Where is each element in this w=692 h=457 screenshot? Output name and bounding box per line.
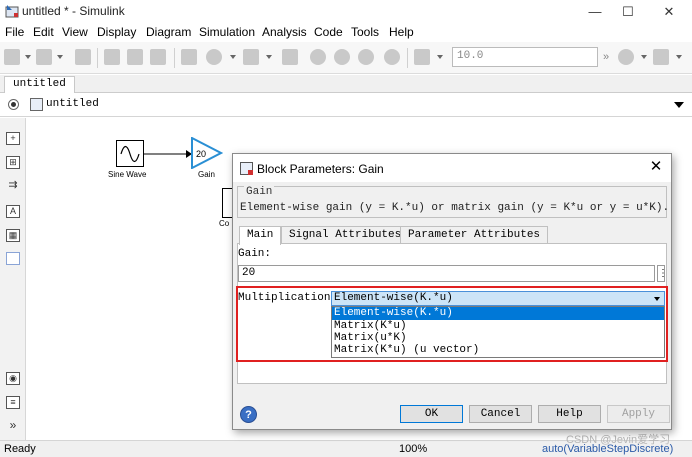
cancel-button[interactable]: Cancel	[469, 405, 532, 423]
signal-line[interactable]	[144, 148, 192, 160]
palette: + ⊞ ⇉ A ▦ ◉ ≡ »	[0, 118, 26, 440]
multiplication-label: Multiplication:	[238, 292, 338, 304]
menu-display[interactable]: Display	[97, 25, 136, 39]
check-icon[interactable]	[618, 49, 636, 67]
block-parameters-icon	[240, 162, 253, 175]
gain-block-value: 20	[196, 149, 207, 159]
save-icon[interactable]	[75, 49, 93, 67]
check-dropdown-icon[interactable]	[641, 55, 647, 59]
hide-browser-icon[interactable]	[8, 99, 19, 110]
maximize-button[interactable]: ☐	[613, 2, 643, 22]
group-title: Gain	[244, 186, 275, 198]
help-icon[interactable]: ?	[240, 406, 257, 423]
grid-icon[interactable]	[653, 49, 671, 67]
stop-time-input[interactable]: 10.0	[452, 47, 598, 67]
menu-help[interactable]: Help	[389, 25, 414, 39]
dialog-title-bar: Block Parameters: Gain ✕	[233, 154, 671, 182]
image-icon[interactable]: ▦	[6, 229, 20, 242]
camera-icon[interactable]: ◉	[6, 372, 20, 385]
menu-simulation[interactable]: Simulation	[199, 25, 255, 39]
tab-main[interactable]: Main	[239, 226, 282, 245]
model-tab-strip: untitled	[0, 75, 692, 93]
block-description: Element-wise gain (y = K.*u) or matrix g…	[240, 202, 670, 214]
model-tab-untitled[interactable]: untitled	[4, 76, 75, 93]
scope-icon[interactable]	[414, 49, 432, 67]
menu-tools[interactable]: Tools	[351, 25, 379, 39]
model-explorer-icon[interactable]	[243, 49, 261, 67]
block-parameters-dialog: Block Parameters: Gain ✕ Gain Element-wi…	[232, 153, 672, 430]
chevron-down-icon[interactable]	[654, 297, 660, 301]
title-bar: untitled * - Simulink — ☐ ✕	[0, 0, 692, 24]
option-matrix-ku-vector[interactable]: Matrix(K*u) (u vector)	[332, 344, 664, 357]
dialog-close-button[interactable]: ✕	[647, 158, 665, 176]
gain-field-label: Gain:	[238, 248, 272, 260]
new-dropdown-icon[interactable]	[25, 55, 31, 59]
menu-bar: File Edit View Display Diagram Simulatio…	[0, 24, 692, 42]
gain-label: Gain	[198, 170, 215, 179]
scope-dropdown-icon[interactable]	[437, 55, 443, 59]
step-back-circle-icon[interactable]	[310, 49, 328, 67]
multiplication-options-list: Element-wise(K.*u) Matrix(K*u) Matrix(u*…	[331, 306, 665, 358]
window-title: untitled * - Simulink	[22, 4, 125, 18]
new-model-icon[interactable]	[4, 49, 22, 67]
console-block[interactable]	[222, 188, 232, 218]
grid-dropdown-icon[interactable]	[676, 55, 682, 59]
sine-wave-label: Sine Wave	[108, 170, 147, 179]
step-back-icon[interactable]	[282, 49, 300, 67]
toolbar-separator	[407, 48, 408, 68]
run-icon[interactable]	[334, 49, 352, 67]
sine-wave-icon	[120, 145, 140, 163]
console-label: Co	[219, 219, 230, 228]
open-dropdown-icon[interactable]	[57, 55, 63, 59]
explorer-dropdown-icon[interactable]	[266, 55, 272, 59]
zoom-icon[interactable]: +	[6, 132, 20, 145]
help-button[interactable]: Help	[538, 405, 601, 423]
fit-view-icon[interactable]: ⊞	[6, 156, 20, 169]
back-arrow-icon[interactable]	[104, 49, 122, 67]
menu-view[interactable]: View	[62, 25, 88, 39]
simulink-logo-icon	[5, 5, 19, 18]
tab-parameter-attributes[interactable]: Parameter Attributes	[400, 226, 549, 244]
connect-arrows-icon[interactable]: ⇉	[6, 180, 20, 193]
more-chevron-icon[interactable]: »	[603, 51, 609, 63]
expand-palette-icon[interactable]: »	[6, 419, 20, 433]
area-icon[interactable]	[6, 252, 20, 265]
zoom-level: 100%	[399, 443, 428, 455]
more-options-button[interactable]: ⋮	[657, 265, 668, 282]
apply-button[interactable]: Apply	[607, 405, 670, 423]
tab-signal-attributes[interactable]: Signal Attributes	[281, 226, 410, 244]
address-bar: untitled	[0, 93, 692, 117]
toolbar-separator	[174, 48, 175, 68]
menu-code[interactable]: Code	[314, 25, 343, 39]
menu-analysis[interactable]: Analysis	[262, 25, 307, 39]
sine-wave-block[interactable]	[116, 140, 144, 167]
ok-button[interactable]: OK	[400, 405, 463, 423]
library-browser-icon[interactable]	[181, 49, 199, 67]
up-arrow-icon[interactable]	[150, 49, 168, 67]
gain-input[interactable]: 20	[238, 265, 655, 282]
menu-edit[interactable]: Edit	[33, 25, 54, 39]
menu-file[interactable]: File	[5, 25, 24, 39]
step-forward-icon[interactable]	[358, 49, 376, 67]
multiplication-select[interactable]: Element-wise(K.*u)	[331, 291, 665, 306]
forward-arrow-icon[interactable]	[127, 49, 145, 67]
option-element-wise[interactable]: Element-wise(K.*u)	[332, 307, 664, 320]
multiplication-selected-value: Element-wise(K.*u)	[334, 292, 453, 304]
watermark: CSDN @Jevin爱学习	[566, 434, 671, 446]
minimize-button[interactable]: —	[580, 2, 610, 22]
toolbar-separator	[97, 48, 98, 68]
model-browser-icon[interactable]: ≡	[6, 396, 20, 409]
stop-icon[interactable]	[384, 49, 402, 67]
menu-diagram[interactable]: Diagram	[146, 25, 191, 39]
model-path[interactable]: untitled	[46, 98, 99, 110]
open-icon[interactable]	[36, 49, 54, 67]
settings-dropdown-icon[interactable]	[230, 55, 236, 59]
model-settings-gear-icon[interactable]	[206, 49, 224, 67]
address-dropdown-icon[interactable]	[674, 102, 684, 108]
dialog-title: Block Parameters: Gain	[257, 162, 384, 176]
close-window-button[interactable]: ✕	[654, 2, 684, 22]
model-icon	[30, 98, 43, 111]
annotation-icon[interactable]: A	[6, 205, 20, 218]
status-ready: Ready	[4, 443, 36, 455]
